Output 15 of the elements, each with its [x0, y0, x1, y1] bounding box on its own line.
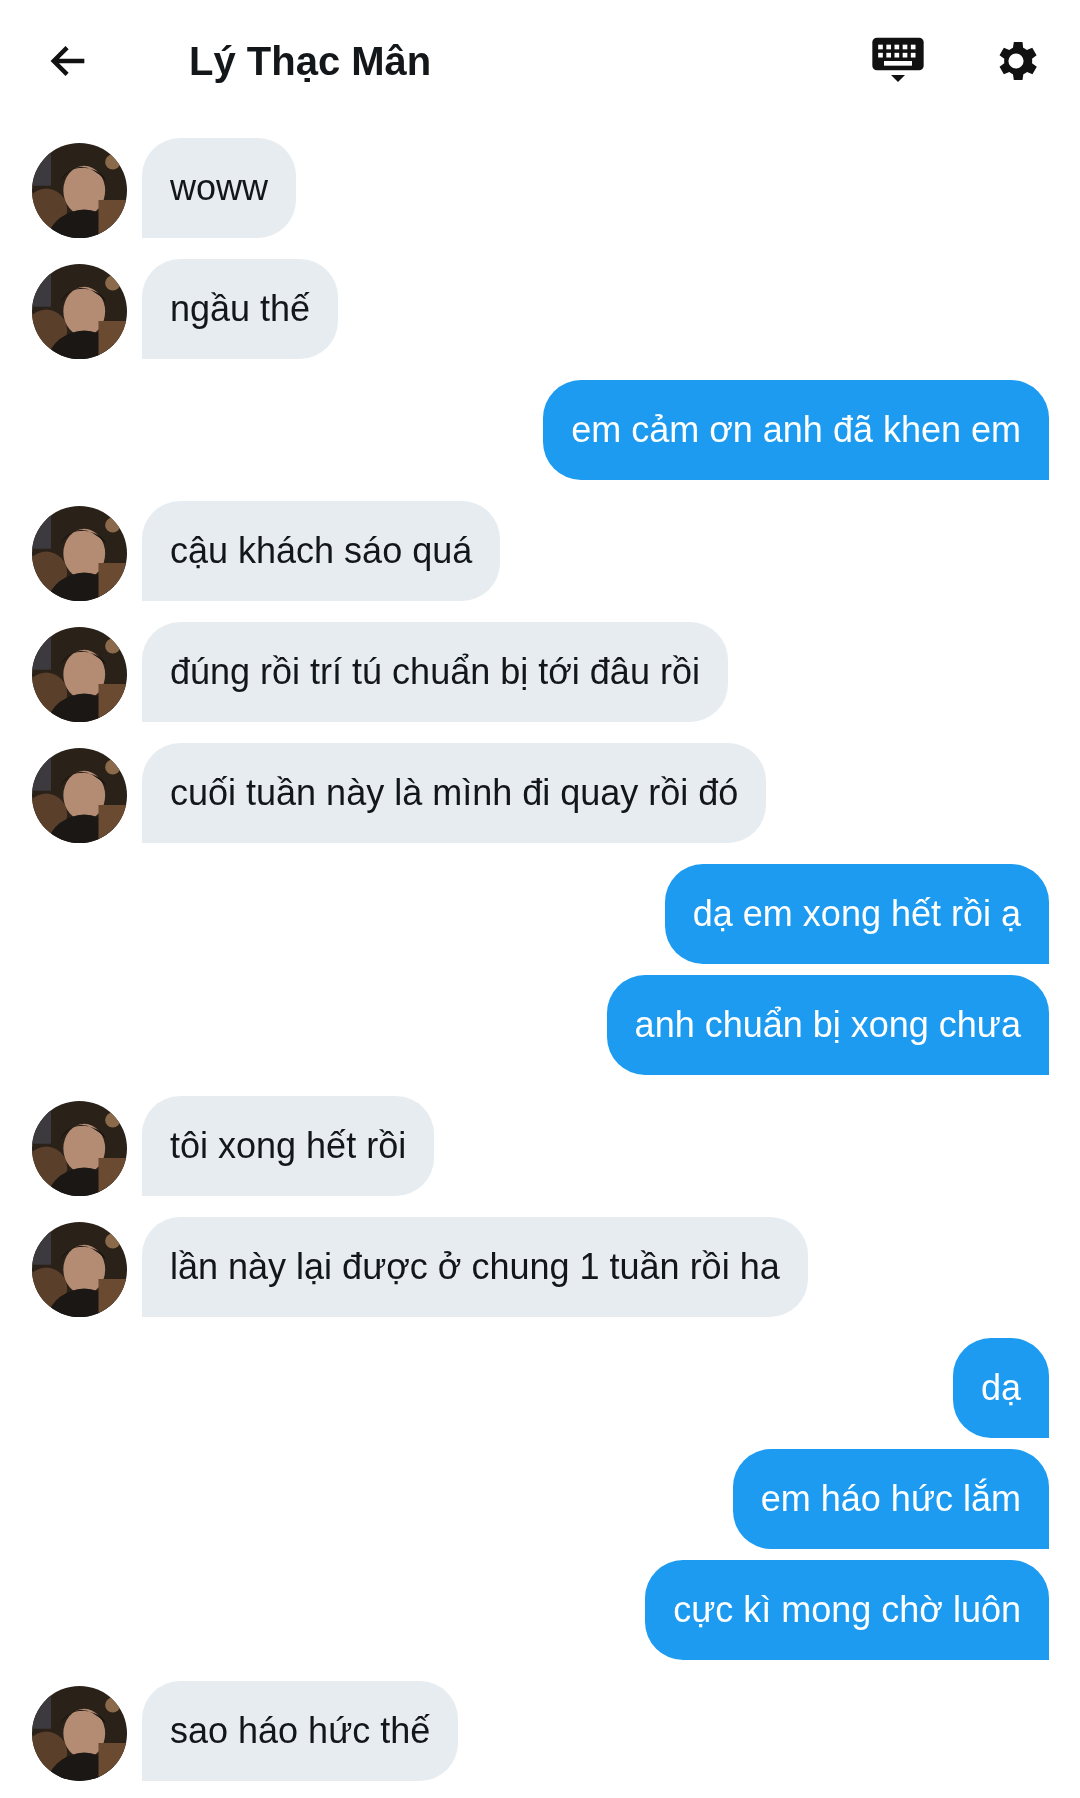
message-bubble: em cảm ơn anh đã khen em	[543, 380, 1049, 480]
message-bubble: cực kì mong chờ luôn	[645, 1560, 1049, 1660]
chat-title: Lý Thạc Mân	[189, 38, 433, 84]
message-bubble: lần này lại được ở chung 1 tuần rồi ha	[142, 1217, 808, 1317]
message-bubble: woww	[142, 138, 296, 238]
message-bubble: anh chuẩn bị xong chưa	[606, 975, 1049, 1075]
message-bubble: ngầu thế	[142, 259, 339, 359]
message-bubble: sao háo hức thế	[142, 1681, 459, 1781]
message-bubble: tôi xong hết rồi	[142, 1096, 435, 1196]
message-bubble: cậu khách sáo quá	[142, 501, 501, 601]
message-bubble: cuối tuần này là mình đi quay rồi đó	[142, 743, 767, 843]
message-bubble: em háo hức lắm	[732, 1449, 1049, 1549]
message-bubble: dạ em xong hết rồi ạ	[664, 864, 1049, 964]
message-bubble: dạ	[952, 1338, 1049, 1438]
message-bubble: đúng rồi trí tú chuẩn bị tới đâu rồi	[142, 622, 728, 722]
